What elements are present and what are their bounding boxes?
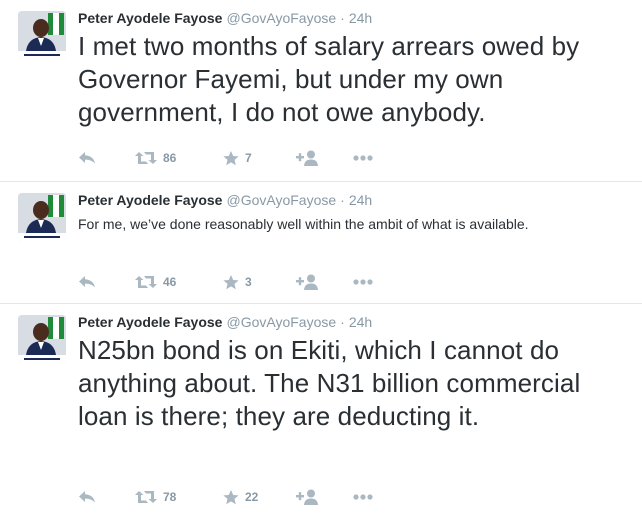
favorite-count: 22	[245, 490, 259, 504]
follow-icon	[296, 150, 318, 166]
follow-button[interactable]	[296, 272, 353, 292]
retweet-button[interactable]: 46	[135, 272, 223, 292]
follow-icon	[296, 274, 318, 290]
avatar[interactable]	[18, 315, 66, 363]
separator: ·	[340, 192, 345, 208]
tweet-actions: 78 22	[78, 487, 383, 507]
favorite-count: 7	[245, 151, 252, 165]
star-icon	[223, 274, 239, 289]
reply-icon	[79, 276, 95, 288]
tweet-header: Peter Ayodele Fayose @GovAyoFayose · 24h	[78, 191, 372, 209]
timestamp[interactable]: 24h	[349, 10, 372, 26]
retweet-count: 46	[163, 275, 177, 289]
tweet-actions: 46 3	[78, 272, 383, 292]
fullname[interactable]: Peter Ayodele Fayose	[78, 314, 222, 330]
reply-button[interactable]	[78, 148, 135, 168]
avatar[interactable]	[18, 193, 66, 241]
tweet-text: N25bn bond is on Ekiti, which I cannot d…	[78, 335, 581, 431]
follow-icon	[296, 489, 318, 505]
retweet-count: 86	[163, 151, 177, 165]
retweet-icon	[135, 152, 157, 164]
favorite-count: 3	[245, 275, 252, 289]
reply-button[interactable]	[78, 487, 135, 507]
reply-icon	[79, 491, 95, 503]
tweet-header: Peter Ayodele Fayose @GovAyoFayose · 24h	[78, 313, 372, 331]
retweet-count: 78	[163, 490, 177, 504]
more-icon	[353, 279, 373, 285]
tweet-feed: Peter Ayodele Fayose @GovAyoFayose · 24h I …	[0, 0, 642, 522]
favorite-button[interactable]: 22	[223, 487, 296, 507]
follow-button[interactable]	[296, 148, 353, 168]
retweet-icon	[135, 491, 157, 503]
follow-button[interactable]	[296, 487, 353, 507]
fullname[interactable]: Peter Ayodele Fayose	[78, 192, 222, 208]
avatar[interactable]	[18, 11, 66, 59]
star-icon	[223, 150, 239, 165]
tweet-header: Peter Ayodele Fayose @GovAyoFayose · 24h	[78, 9, 372, 27]
more-button[interactable]	[353, 148, 383, 168]
more-button[interactable]	[353, 272, 383, 292]
favorite-button[interactable]: 7	[223, 148, 296, 168]
favorite-button[interactable]: 3	[223, 272, 296, 292]
retweet-button[interactable]: 86	[135, 148, 223, 168]
retweet-icon	[135, 276, 157, 288]
tweet-text: For me, we’ve done reasonably well withi…	[78, 216, 529, 232]
tweet-item[interactable]: Peter Ayodele Fayose @GovAyoFayose · 24h I …	[0, 0, 642, 182]
timestamp[interactable]: 24h	[349, 314, 372, 330]
timestamp[interactable]: 24h	[349, 192, 372, 208]
tweet-item[interactable]: Peter Ayodele Fayose @GovAyoFayose · 24h N2…	[0, 304, 642, 522]
username[interactable]: @GovAyoFayose	[226, 192, 336, 208]
separator: ·	[340, 314, 345, 330]
retweet-button[interactable]: 78	[135, 487, 223, 507]
more-icon	[353, 494, 373, 500]
tweet-text: I met two months of salary arrears owed …	[78, 31, 580, 127]
more-icon	[353, 155, 373, 161]
separator: ·	[340, 10, 345, 26]
reply-icon	[79, 152, 95, 164]
tweet-item[interactable]: Peter Ayodele Fayose @GovAyoFayose · 24h Fo…	[0, 182, 642, 304]
username[interactable]: @GovAyoFayose	[226, 314, 336, 330]
star-icon	[223, 489, 239, 504]
reply-button[interactable]	[78, 272, 135, 292]
tweet-actions: 86 7	[78, 148, 383, 168]
username[interactable]: @GovAyoFayose	[226, 10, 336, 26]
fullname[interactable]: Peter Ayodele Fayose	[78, 10, 222, 26]
more-button[interactable]	[353, 487, 383, 507]
